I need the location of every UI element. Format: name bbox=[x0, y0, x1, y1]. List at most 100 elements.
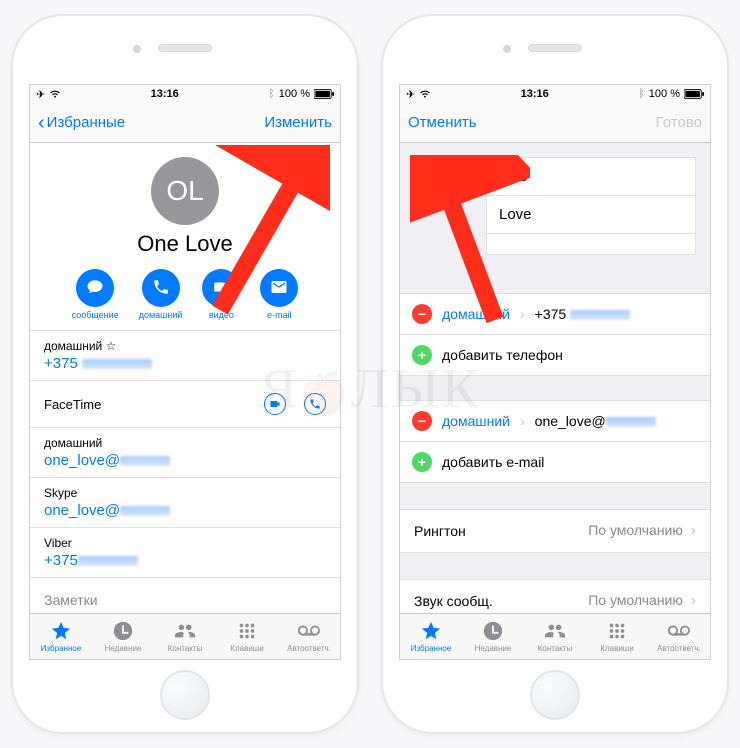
avatar: OL bbox=[151, 157, 219, 225]
phone-group: − домашний › +375 + добавить телефон bbox=[400, 293, 710, 376]
tab-label: Клавиши bbox=[230, 644, 263, 653]
field-label[interactable]: домашний bbox=[442, 413, 510, 429]
delete-icon[interactable]: − bbox=[412, 411, 432, 431]
home-button[interactable] bbox=[160, 670, 210, 720]
email-group: − домашний › one_love@ + добавить e-mail bbox=[400, 400, 710, 483]
clock-icon bbox=[482, 620, 504, 642]
action-label: домашний bbox=[139, 310, 183, 320]
company-input[interactable] bbox=[487, 234, 695, 254]
battery-icon bbox=[684, 89, 704, 99]
field-label: домашний bbox=[44, 436, 326, 450]
facetime-label: FaceTime bbox=[44, 397, 101, 412]
star-icon bbox=[420, 620, 442, 642]
status-bar: ✈︎ 13:16 ᛒ 100 % bbox=[30, 85, 340, 103]
speaker bbox=[528, 44, 582, 52]
delete-icon[interactable]: − bbox=[412, 304, 432, 324]
name-fields: One Love bbox=[486, 157, 696, 255]
action-call[interactable]: домашний bbox=[139, 269, 183, 320]
back-label: Избранные bbox=[47, 114, 125, 131]
chevron-right-icon: › bbox=[520, 413, 525, 429]
phone-row[interactable]: домашний ☆ +375 bbox=[30, 330, 340, 380]
facetime-audio-icon[interactable] bbox=[304, 393, 326, 415]
battery-text: 100 % bbox=[279, 88, 310, 100]
text-tone-label: Звук сообщ. bbox=[414, 593, 493, 609]
phone-value[interactable]: +375 bbox=[535, 306, 567, 322]
back-button[interactable]: ‹ Избранные bbox=[38, 113, 125, 133]
tab-keypad[interactable]: Клавиши bbox=[586, 614, 648, 659]
contacts-icon bbox=[174, 620, 196, 642]
email-value[interactable]: one_love@ bbox=[535, 413, 606, 429]
cancel-button[interactable]: Отменить bbox=[408, 114, 477, 131]
tab-recents[interactable]: Недавние bbox=[462, 614, 524, 659]
tab-contacts[interactable]: Контакты bbox=[154, 614, 216, 659]
viber-row[interactable]: Viber +375 bbox=[30, 527, 340, 577]
add-email-row[interactable]: + добавить e-mail bbox=[400, 442, 710, 482]
tab-contacts[interactable]: Контакты bbox=[524, 614, 586, 659]
email-value: one_love@ bbox=[44, 452, 120, 469]
add-phone-row[interactable]: + добавить телефон bbox=[400, 335, 710, 375]
ringtone-row[interactable]: Рингтон По умолчанию › bbox=[400, 510, 710, 552]
tab-favorites[interactable]: Избранное bbox=[30, 614, 92, 659]
photo-label: фото bbox=[429, 179, 457, 193]
front-camera bbox=[133, 45, 141, 53]
redacted bbox=[570, 310, 630, 320]
last-name-input[interactable]: Love bbox=[487, 196, 695, 234]
tab-bar: Избранное Недавние Контакты Клавиши Авто… bbox=[30, 613, 340, 659]
first-name-input[interactable]: One bbox=[487, 158, 695, 196]
tab-label: Контакты bbox=[168, 644, 203, 653]
facetime-video-icon[interactable] bbox=[264, 393, 286, 415]
status-bar: ✈︎ 13:16 ᛒ 100 % bbox=[400, 85, 710, 103]
add-phone-label: добавить телефон bbox=[442, 347, 563, 363]
home-button[interactable] bbox=[530, 670, 580, 720]
edit-button[interactable]: Изменить bbox=[264, 114, 332, 131]
skype-row[interactable]: Skype one_love@ bbox=[30, 477, 340, 527]
add-icon[interactable]: + bbox=[412, 345, 432, 365]
tab-voicemail[interactable]: Автоответч. bbox=[278, 614, 340, 659]
wifi-icon bbox=[419, 89, 431, 99]
speaker bbox=[158, 44, 212, 52]
tab-label: Недавние bbox=[475, 644, 512, 653]
bluetooth-icon: ᛒ bbox=[268, 88, 275, 100]
tab-keypad[interactable]: Клавиши bbox=[216, 614, 278, 659]
redacted bbox=[606, 417, 656, 427]
field-label[interactable]: домашний bbox=[442, 306, 510, 322]
airplane-icon: ✈︎ bbox=[36, 88, 45, 101]
keypad-icon bbox=[606, 620, 628, 642]
status-time: 13:16 bbox=[61, 88, 268, 100]
redacted bbox=[120, 456, 170, 466]
mail-icon bbox=[270, 278, 288, 298]
tab-label: Избранное bbox=[411, 644, 452, 653]
message-icon bbox=[86, 278, 104, 298]
tab-favorites[interactable]: Избранное bbox=[400, 614, 462, 659]
tab-voicemail[interactable]: Автоответч. bbox=[648, 614, 710, 659]
voicemail-icon bbox=[298, 620, 320, 642]
ringtone-group: Рингтон По умолчанию › bbox=[400, 509, 710, 553]
details-list: домашний ☆ +375 FaceTime домашний one_lo… bbox=[30, 330, 340, 660]
action-label: сообщение bbox=[72, 310, 119, 320]
skype-value: one_love@ bbox=[44, 502, 120, 519]
action-label: видео bbox=[209, 310, 234, 320]
screen-contact-card: ✈︎ 13:16 ᛒ 100 % ‹ Избранные Изменить bbox=[29, 84, 341, 660]
battery-icon bbox=[314, 89, 334, 99]
add-icon[interactable]: + bbox=[412, 452, 432, 472]
phone-icon bbox=[152, 278, 170, 298]
tab-label: Контакты bbox=[538, 644, 573, 653]
done-button[interactable]: Готово bbox=[656, 114, 702, 131]
action-video[interactable]: видео bbox=[202, 269, 240, 320]
battery-text: 100 % bbox=[649, 88, 680, 100]
email-row[interactable]: − домашний › one_love@ bbox=[400, 401, 710, 442]
tab-label: Автоответч. bbox=[287, 644, 331, 653]
navbar: Отменить Готово bbox=[400, 103, 710, 143]
facetime-row[interactable]: FaceTime bbox=[30, 380, 340, 427]
tab-recents[interactable]: Недавние bbox=[92, 614, 154, 659]
field-label: Viber bbox=[44, 536, 326, 550]
add-email-label: добавить e-mail bbox=[442, 454, 544, 470]
action-message[interactable]: сообщение bbox=[72, 269, 119, 320]
action-mail[interactable]: e-mail bbox=[260, 269, 298, 320]
phone-row[interactable]: − домашний › +375 bbox=[400, 294, 710, 335]
add-photo-button[interactable]: фото bbox=[414, 157, 472, 215]
email-row[interactable]: домашний one_love@ bbox=[30, 427, 340, 477]
contact-header: OL One Love сообщение домашний видео bbox=[30, 143, 340, 330]
tab-label: Избранное bbox=[41, 644, 82, 653]
viber-value: +375 bbox=[44, 552, 78, 569]
